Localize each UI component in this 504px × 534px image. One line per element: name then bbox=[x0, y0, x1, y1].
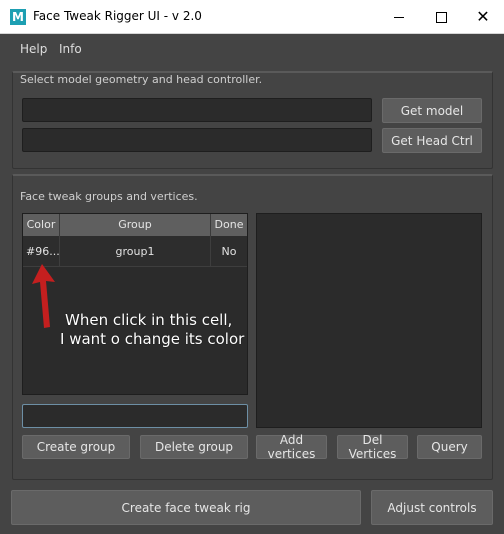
column-header-color[interactable]: Color bbox=[23, 214, 60, 236]
table-cell-group[interactable]: group1 bbox=[60, 236, 211, 267]
model-section-label: Select model geometry and head controlle… bbox=[20, 73, 263, 86]
annotation-text: When click in this cell, I want o change… bbox=[60, 311, 260, 349]
menu-bar: Help Info bbox=[0, 34, 504, 66]
add-vertices-button[interactable]: Add vertices bbox=[256, 433, 327, 461]
title-bar: M Face Tweak Rigger UI - v 2.0 ✕ bbox=[0, 0, 504, 34]
del-vertices-button[interactable]: Del Vertices bbox=[337, 433, 408, 461]
model-field[interactable] bbox=[22, 98, 372, 122]
maximize-button[interactable] bbox=[420, 0, 462, 34]
create-face-tweak-rig-button[interactable]: Create face tweak rig bbox=[11, 490, 361, 525]
head-ctrl-field[interactable] bbox=[22, 128, 372, 152]
window-title: Face Tweak Rigger UI - v 2.0 bbox=[33, 9, 202, 23]
adjust-controls-button[interactable]: Adjust controls bbox=[371, 490, 493, 525]
delete-group-button[interactable]: Delete group bbox=[140, 435, 248, 459]
menu-info[interactable]: Info bbox=[59, 42, 82, 56]
column-header-done[interactable]: Done bbox=[211, 214, 247, 236]
group-name-input[interactable] bbox=[22, 404, 248, 428]
groups-section-label: Face tweak groups and vertices. bbox=[20, 190, 198, 203]
vertices-list[interactable] bbox=[256, 213, 482, 428]
annotation-line-2: I want o change its color bbox=[60, 330, 245, 348]
annotation-line-1: When click in this cell, bbox=[65, 311, 233, 329]
create-group-button[interactable]: Create group bbox=[22, 435, 130, 459]
get-model-button[interactable]: Get model bbox=[382, 98, 482, 123]
query-button[interactable]: Query bbox=[417, 435, 482, 459]
app-logo-icon: M bbox=[10, 9, 26, 25]
get-head-ctrl-button[interactable]: Get Head Ctrl bbox=[382, 128, 482, 153]
menu-help[interactable]: Help bbox=[20, 42, 47, 56]
minimize-button[interactable] bbox=[378, 0, 420, 34]
column-header-group[interactable]: Group bbox=[60, 214, 211, 236]
table-cell-done[interactable]: No bbox=[211, 236, 247, 267]
close-button[interactable]: ✕ bbox=[462, 0, 504, 34]
